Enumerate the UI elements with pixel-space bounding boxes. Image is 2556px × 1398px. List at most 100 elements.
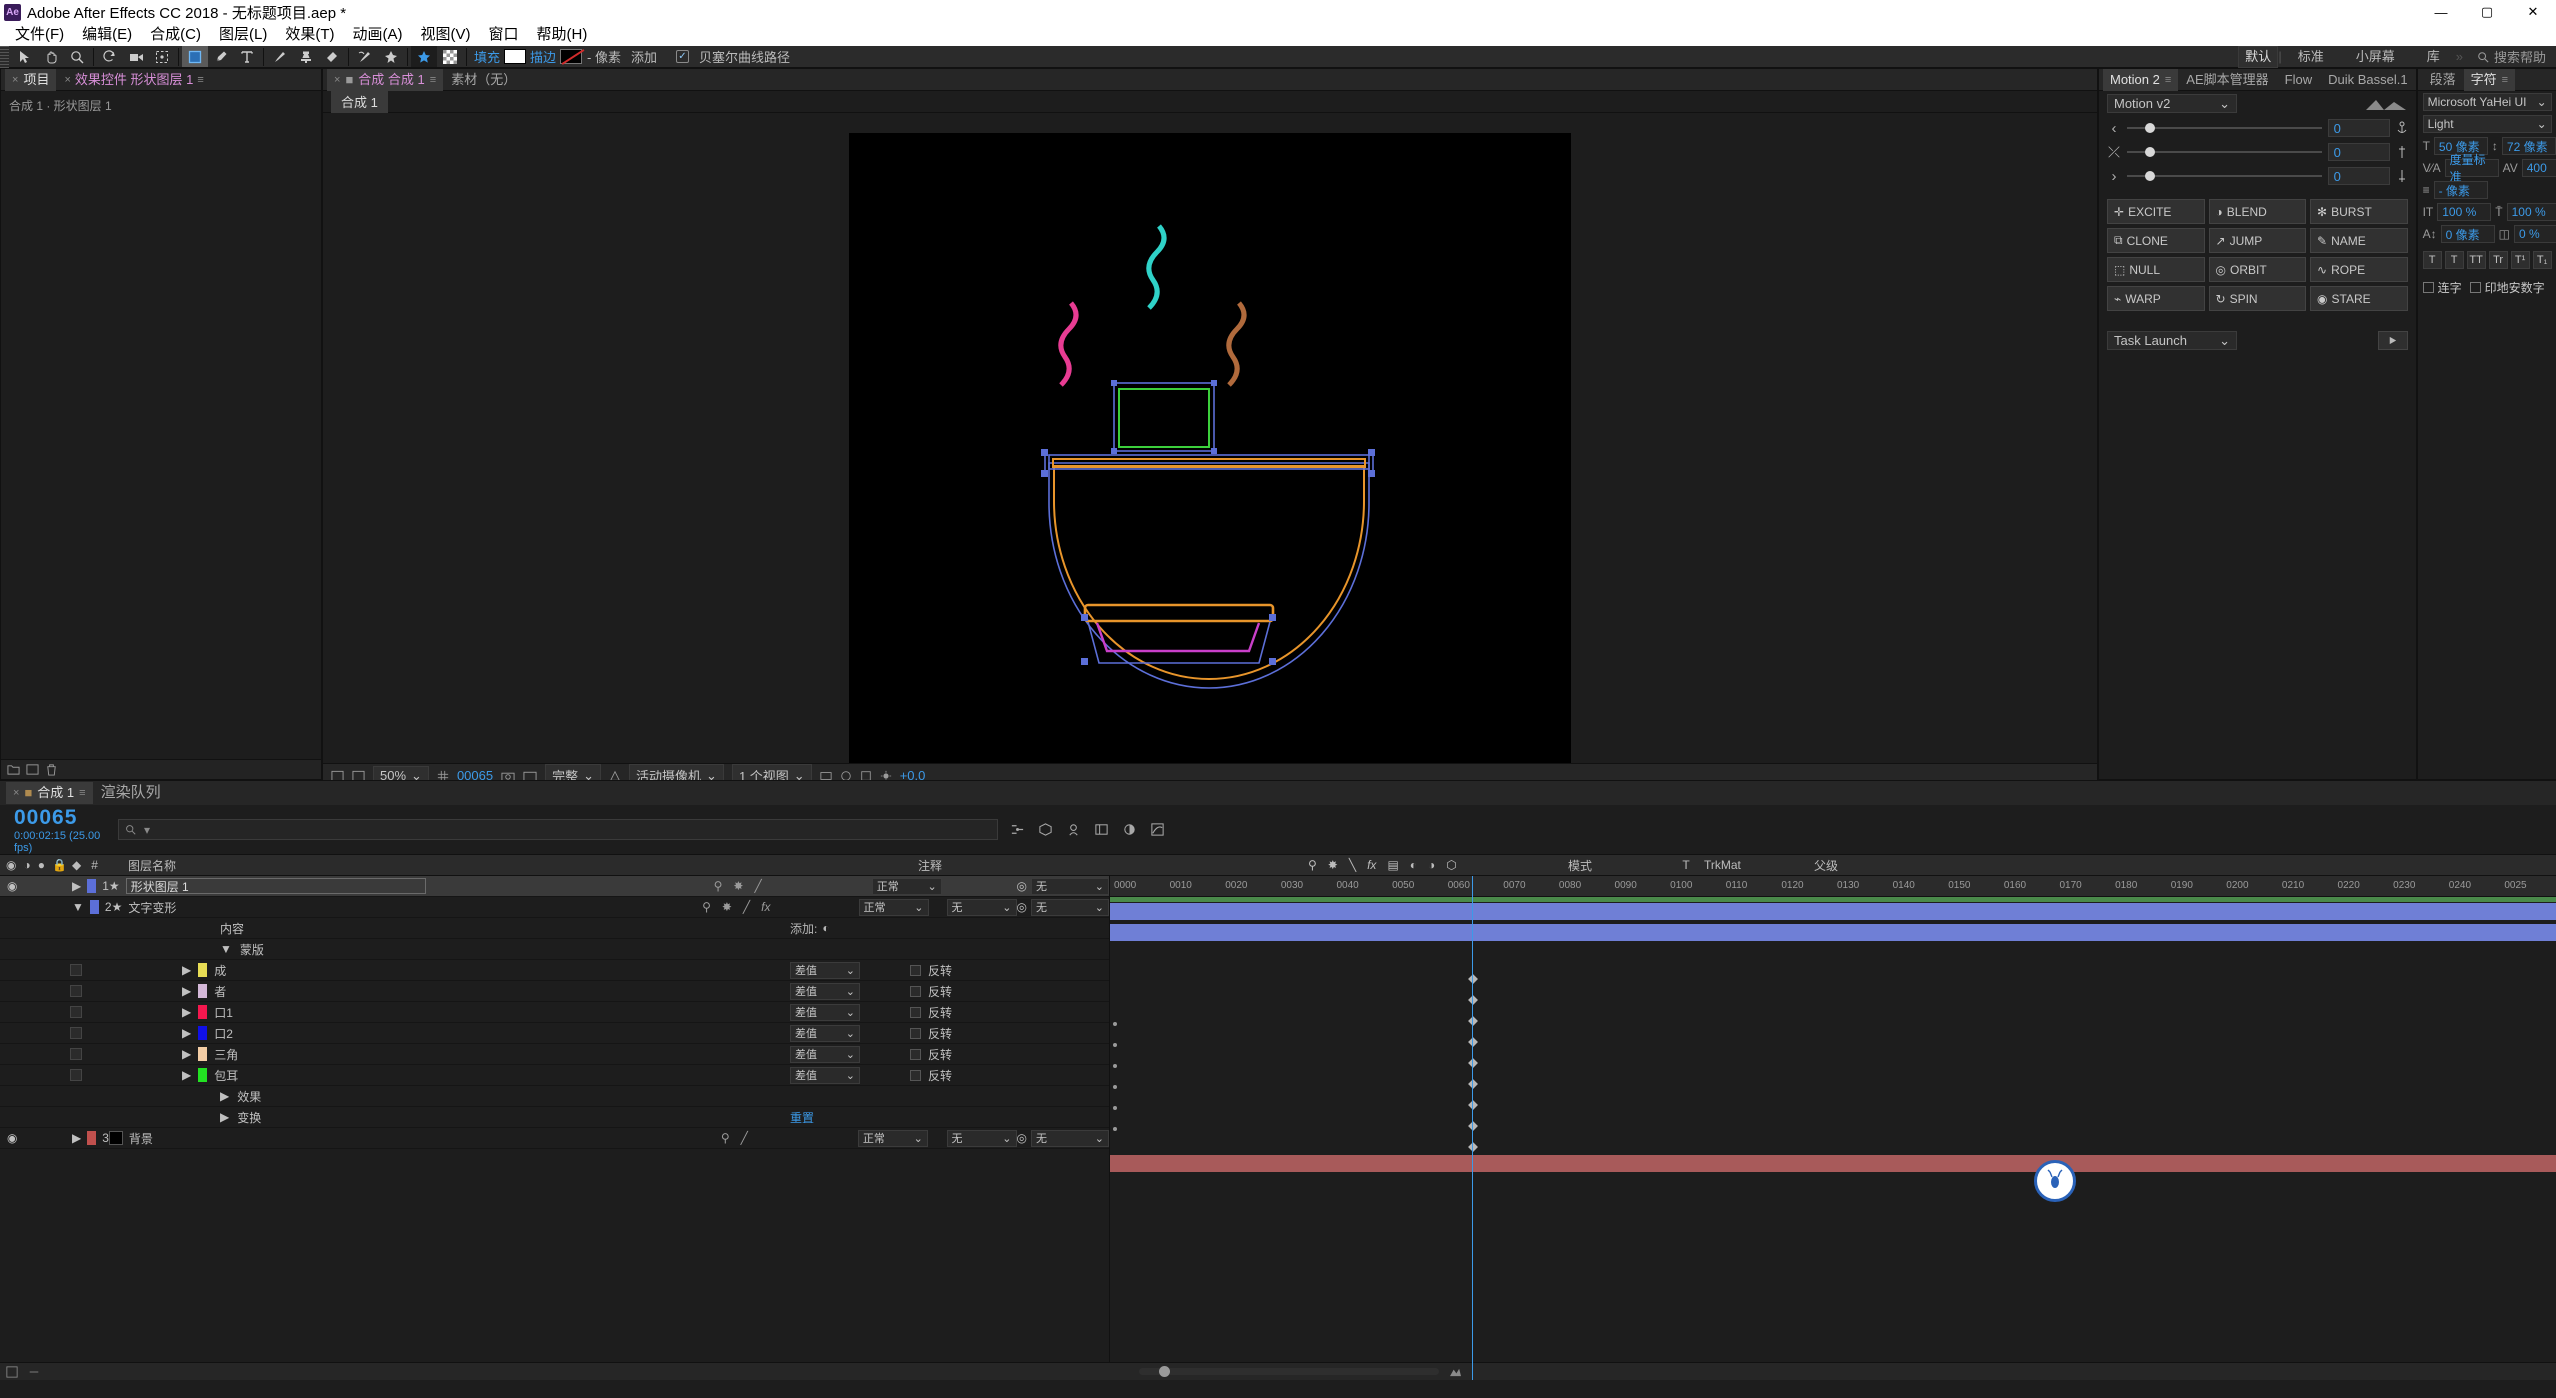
motion-button-stare[interactable]: ◉STARE <box>2310 286 2408 311</box>
mask-1-name[interactable]: 成 <box>214 962 226 979</box>
tracking-field[interactable]: 400 <box>2522 159 2556 177</box>
add-property-icon[interactable]: ◐ <box>822 921 829 935</box>
puppet-pin-tool[interactable] <box>378 46 404 67</box>
layer-2-name[interactable]: 文字变形 <box>128 899 176 916</box>
layer-1-shy-toggle[interactable]: ⚲ <box>714 879 723 893</box>
motion-blur-icon[interactable] <box>1122 822 1137 837</box>
keyframe-marker[interactable] <box>1468 974 1478 984</box>
menu-icon[interactable]: ≡ <box>2502 69 2508 91</box>
composition-mini-flowchart-icon[interactable] <box>1010 822 1025 837</box>
menu-icon[interactable]: ≡ <box>2165 69 2171 91</box>
comp-flowchart-icon[interactable] <box>28 1366 40 1378</box>
masks-expand-arrow[interactable]: ▼ <box>220 942 232 956</box>
pin-icon[interactable] <box>2396 145 2408 159</box>
selection-tool[interactable] <box>12 46 38 67</box>
trash-icon[interactable] <box>45 763 58 776</box>
slider-1[interactable] <box>2127 121 2322 135</box>
column-header-mode[interactable]: 模式 <box>1568 857 1668 874</box>
layer-3-video-toggle[interactable]: ◉ <box>7 1131 17 1145</box>
project-panel-body[interactable]: 合成 1 · 形状图层 1 <box>1 91 321 759</box>
transparency-grid-icon[interactable] <box>437 46 463 67</box>
horizontal-scale-field[interactable]: 100 % <box>2507 203 2556 221</box>
motion-button-blend[interactable]: ◑BLEND <box>2209 199 2307 224</box>
comp-viewer[interactable] <box>323 113 2097 763</box>
menu-item-view[interactable]: 视图(V) <box>411 24 479 46</box>
hide-shy-layers-icon[interactable] <box>1066 822 1081 837</box>
menu-item-layer[interactable]: 图层(L) <box>210 24 276 46</box>
playhead[interactable] <box>1472 876 1473 1380</box>
column-header-comment[interactable]: 注释 <box>918 857 1308 874</box>
mask-4-invert-checkbox[interactable] <box>910 1028 921 1039</box>
mask-2-color-swatch[interactable] <box>198 984 207 998</box>
mask-row[interactable]: ▶ 者 差值⌄ 反转 <box>0 981 1109 1002</box>
mask-6-mode-select[interactable]: 差值⌄ <box>790 1067 860 1084</box>
tab-composition[interactable]: × ■ 合成 合成 1 ≡ <box>327 69 443 91</box>
close-button[interactable]: ✕ <box>2510 0 2556 24</box>
column-header-parent[interactable]: 父级 <box>1814 857 1934 874</box>
clone-stamp-tool[interactable] <box>293 46 319 67</box>
layer-2-collapse-toggle[interactable]: ✸ <box>722 900 732 914</box>
layer-1-mode-select[interactable]: 正常⌄ <box>872 878 942 895</box>
mask-1-expand-arrow[interactable]: ▶ <box>182 963 191 977</box>
shape-tool[interactable] <box>182 46 208 67</box>
mask-5-name[interactable]: 三角 <box>214 1046 238 1063</box>
rotation-tool[interactable] <box>97 46 123 67</box>
mask-2-video-toggle[interactable] <box>70 985 82 997</box>
layer-1-parent-select[interactable]: 无⌄ <box>1031 878 1109 895</box>
motion-version-select[interactable]: Motion v2⌄ <box>2107 94 2237 113</box>
font-family-select[interactable]: Microsoft YaHei UI⌄ <box>2423 93 2552 111</box>
layer-2-effects-toggle[interactable]: fx <box>761 900 770 914</box>
mask-row[interactable]: ▶ 口1 差值⌄ 反转 <box>0 1002 1109 1023</box>
mask-row[interactable]: ▶ 成 差值⌄ 反转 <box>0 960 1109 981</box>
star-toggle-icon[interactable] <box>411 46 437 67</box>
mask-6-invert-checkbox[interactable] <box>910 1070 921 1081</box>
keyframe-marker[interactable] <box>1468 995 1478 1005</box>
keyframe-marker[interactable] <box>1468 1079 1478 1089</box>
motion-button-excite[interactable]: ✛EXCITE <box>2107 199 2205 224</box>
style-button-italic[interactable]: T <box>2445 251 2464 269</box>
mask-3-name[interactable]: 口1 <box>214 1004 233 1021</box>
mask-3-color-swatch[interactable] <box>198 1005 207 1019</box>
transform-reset-link[interactable]: 重置 <box>790 1109 814 1126</box>
mask-row[interactable]: ▶ 口2 差值⌄ 反转 <box>0 1023 1109 1044</box>
mask-5-expand-arrow[interactable]: ▶ <box>182 1047 191 1061</box>
layer-1-video-toggle[interactable]: ◉ <box>7 879 17 893</box>
layer-duration-bar[interactable] <box>1110 903 2556 920</box>
motion-button-name[interactable]: ✎NAME <box>2310 228 2408 253</box>
layer-1-expand-arrow[interactable]: ▶ <box>72 879 81 893</box>
brush-tool[interactable] <box>267 46 293 67</box>
timeline-zoom-slider[interactable] <box>1139 1368 1439 1375</box>
current-time-display[interactable]: 00065 0:00:02:15 (25.00 fps) <box>0 806 118 854</box>
keyframe-marker[interactable] <box>1468 1100 1478 1110</box>
tab-project[interactable]: × 项目 <box>5 69 56 91</box>
column-header-trkmat[interactable]: TrkMat <box>1704 858 1814 872</box>
add-menu-label[interactable]: 添加 <box>626 47 662 66</box>
tab-ae-script-manager[interactable]: AE脚本管理器 <box>2178 69 2276 91</box>
layer-3-shy-toggle[interactable]: ⚲ <box>721 1131 730 1145</box>
mask-5-mode-select[interactable]: 差值⌄ <box>790 1046 860 1063</box>
motion-button-spin[interactable]: ↻SPIN <box>2209 286 2307 311</box>
camera-tool[interactable] <box>123 46 149 67</box>
maximize-button[interactable]: ▢ <box>2464 0 2510 24</box>
layer-2-parent-select[interactable]: 无⌄ <box>1031 899 1109 916</box>
mask-4-color-swatch[interactable] <box>198 1026 207 1040</box>
close-icon[interactable]: × <box>334 69 340 91</box>
layer-2-trkmat-select[interactable]: 无⌄ <box>947 899 1017 916</box>
layer-3-expand-arrow[interactable]: ▶ <box>72 1131 81 1145</box>
stroke-width-value[interactable]: - 像素 <box>582 47 626 66</box>
mask-6-name[interactable]: 包耳 <box>214 1067 238 1084</box>
mask-6-video-toggle[interactable] <box>70 1069 82 1081</box>
timeline-graph[interactable]: 0000001000200030004000500060007000800090… <box>1110 876 2556 1380</box>
close-icon[interactable]: × <box>12 69 18 91</box>
mask-4-name[interactable]: 口2 <box>214 1025 233 1042</box>
task-launch-run-button[interactable] <box>2378 331 2408 350</box>
mask-4-mode-select[interactable]: 差值⌄ <box>790 1025 860 1042</box>
eraser-tool[interactable] <box>319 46 345 67</box>
layer-3-trkmat-select[interactable]: 无⌄ <box>947 1130 1017 1147</box>
workspace-tab-default[interactable]: 默认 <box>2238 46 2278 68</box>
bezier-checkbox[interactable]: ✓ <box>676 50 689 63</box>
mask-2-expand-arrow[interactable]: ▶ <box>182 984 191 998</box>
mask-1-mode-select[interactable]: 差值⌄ <box>790 962 860 979</box>
mask-5-color-swatch[interactable] <box>198 1047 207 1061</box>
menu-item-effect[interactable]: 效果(T) <box>276 24 343 46</box>
